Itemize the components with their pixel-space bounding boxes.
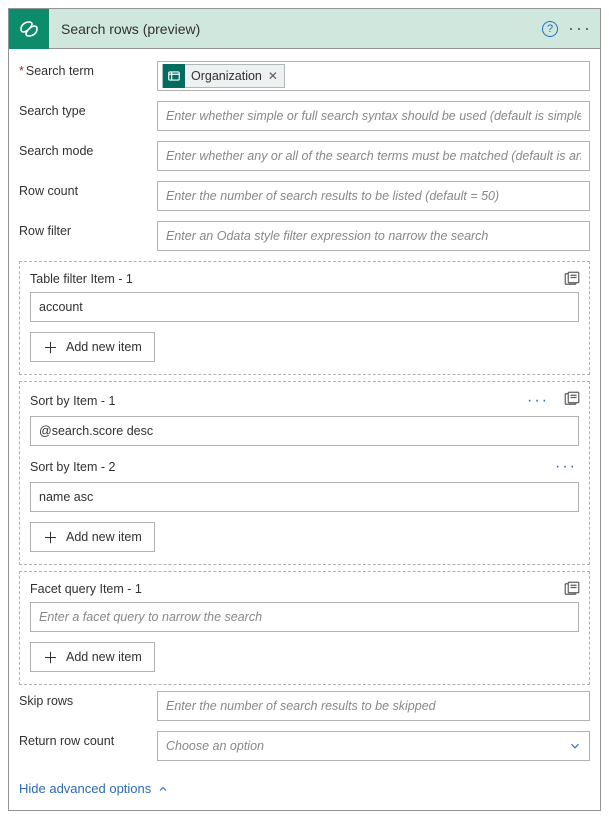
hide-advanced-options-link[interactable]: Hide advanced options (19, 781, 169, 796)
token-fx-icon (163, 64, 185, 88)
item-menu-button[interactable]: ··· (525, 392, 551, 410)
plus-icon: ＋ (43, 527, 58, 548)
switch-to-text-mode-button[interactable] (563, 390, 581, 408)
label-return-row-count: Return row count (19, 731, 157, 748)
table-filter-item-1-input[interactable] (30, 292, 579, 322)
label-search-mode: Search mode (19, 141, 157, 158)
label-row-count: Row count (19, 181, 157, 198)
card-menu-button[interactable]: ··· (564, 9, 596, 49)
field-row-filter: Row filter (19, 221, 590, 251)
array-mode-icon (563, 270, 581, 288)
row-count-input[interactable] (157, 181, 590, 211)
facet-item-1-input[interactable] (30, 602, 579, 632)
sort-by-item-2-input[interactable] (30, 482, 579, 512)
switch-to-text-mode-button[interactable] (563, 270, 581, 288)
field-row-count: Row count (19, 181, 590, 211)
add-table-filter-item-button[interactable]: ＋ Add new item (30, 332, 155, 362)
advanced-options-row: Hide advanced options (19, 771, 590, 796)
token-organization[interactable]: Organization ✕ (162, 64, 285, 88)
field-return-row-count: Return row count (19, 731, 590, 761)
array-mode-icon (563, 390, 581, 408)
dataverse-logo-icon (9, 9, 49, 49)
table-filter-group: Table filter Item - 1 ＋ Add new item (19, 261, 590, 375)
field-search-term: Search term Organization ✕ (19, 61, 590, 91)
sort-by-group: Sort by Item - 1 ··· Sort by Item - 2 ··… (19, 381, 590, 565)
label-row-filter: Row filter (19, 221, 157, 238)
card-header: Search rows (preview) ? ··· (9, 9, 600, 49)
search-term-input[interactable]: Organization ✕ (157, 61, 590, 91)
add-facet-item-button[interactable]: ＋ Add new item (30, 642, 155, 672)
search-mode-input[interactable] (157, 141, 590, 171)
facet-item-1-label: Facet query Item - 1 (30, 582, 579, 596)
table-filter-item-1-label: Table filter Item - 1 (30, 272, 579, 286)
sort-by-item-1-input[interactable] (30, 416, 579, 446)
action-card: Search rows (preview) ? ··· Search term … (8, 8, 601, 811)
field-skip-rows: Skip rows (19, 691, 590, 721)
item-menu-button[interactable]: ··· (553, 458, 579, 476)
more-icon: ··· (562, 18, 598, 39)
facet-query-group: Facet query Item - 1 ＋ Add new item (19, 571, 590, 685)
sort-by-item-2-label: Sort by Item - 2 ··· (30, 458, 579, 476)
skip-rows-input[interactable] (157, 691, 590, 721)
add-sort-by-item-button[interactable]: ＋ Add new item (30, 522, 155, 552)
plus-icon: ＋ (43, 337, 58, 358)
help-icon[interactable]: ? (542, 21, 558, 37)
card-body: Search term Organization ✕ Search type S (9, 49, 600, 810)
array-mode-icon (563, 580, 581, 598)
field-search-type: Search type (19, 101, 590, 131)
field-search-mode: Search mode (19, 141, 590, 171)
token-remove-icon[interactable]: ✕ (268, 69, 278, 83)
switch-to-text-mode-button[interactable] (563, 580, 581, 598)
label-skip-rows: Skip rows (19, 691, 157, 708)
sort-by-item-1-label: Sort by Item - 1 ··· (30, 392, 579, 410)
search-type-input[interactable] (157, 101, 590, 131)
plus-icon: ＋ (43, 647, 58, 668)
card-title: Search rows (preview) (49, 21, 542, 37)
label-search-type: Search type (19, 101, 157, 118)
token-label: Organization (191, 69, 262, 83)
return-row-count-select[interactable] (157, 731, 590, 761)
row-filter-input[interactable] (157, 221, 590, 251)
label-search-term: Search term (19, 61, 157, 78)
chevron-up-icon (157, 783, 169, 795)
